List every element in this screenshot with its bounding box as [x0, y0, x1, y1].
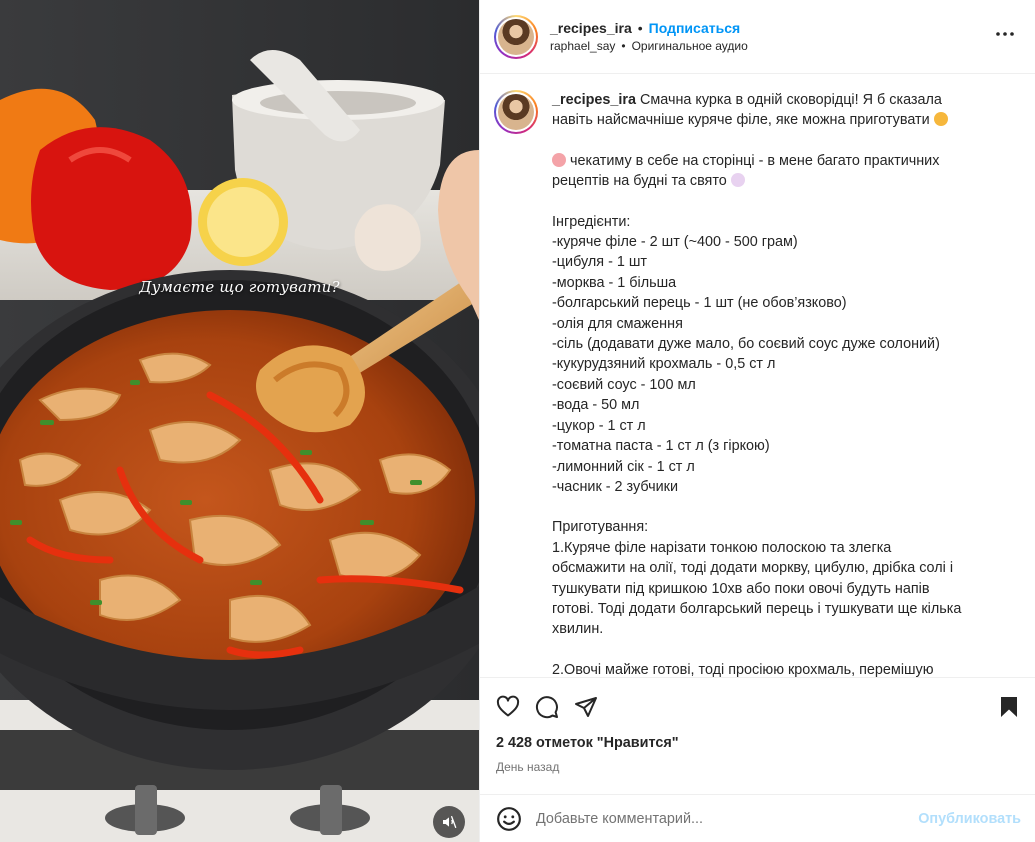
caption-line: -кукурудзяний крохмаль - 0,5 ст л: [552, 356, 776, 373]
caption-line: -цибуля - 1 шт: [552, 254, 647, 271]
caption-line: обсмажити на олії, тоді додати моркву, ц…: [552, 560, 954, 577]
likes-count[interactable]: 2 428 отметок "Нравится": [496, 735, 1021, 751]
post-side-panel: _recipes_ira • Подписаться raphael_say •…: [479, 0, 1035, 842]
audio-label[interactable]: Оригинальное аудио: [632, 39, 748, 53]
caption-line: рецептів на будні та свято: [552, 173, 727, 190]
comment-icon[interactable]: [535, 695, 559, 719]
caption-line: 1.Куряче філе нарізати тонкою полоскою т…: [552, 539, 892, 556]
comment-bar: Опубликовать: [480, 794, 1035, 842]
caption-line: -соєвий соус - 100 мл: [552, 376, 696, 393]
caption-line: чекатиму в себе на сторінці - в мене баг…: [570, 152, 940, 169]
bookmark-icon[interactable]: [997, 695, 1021, 719]
separator-dot: •: [621, 39, 626, 53]
caption-username[interactable]: _recipes_ira: [552, 92, 636, 108]
post-actions: 2 428 отметок "Нравится" День назад: [480, 677, 1035, 794]
caption-line: -вода - 50 мл: [552, 397, 640, 414]
caption-line: -олія для смаження: [552, 315, 683, 332]
food-video-frame: [0, 0, 479, 842]
caption-line: навіть найсмачніше куряче філе, яке можн…: [552, 112, 930, 129]
caption-line: -цукор - 1 ст л: [552, 417, 646, 434]
grinning-face-emoji-icon: [933, 112, 948, 127]
author-avatar[interactable]: [494, 14, 538, 59]
share-icon[interactable]: [574, 695, 598, 719]
caption-section: _recipes_ira Смачна курка в одній сковорі…: [480, 74, 1035, 677]
mute-button[interactable]: [433, 806, 465, 838]
post-timestamp[interactable]: День назад: [496, 760, 1021, 774]
audio-author-link[interactable]: raphael_say: [550, 39, 615, 53]
post-header: _recipes_ira • Подписаться raphael_say •…: [480, 0, 1035, 74]
sound-off-icon: [443, 816, 457, 828]
caption-line: Приготування:: [552, 519, 649, 536]
heart-icon[interactable]: [496, 695, 520, 719]
caption-author-avatar[interactable]: [494, 90, 538, 134]
comment-input[interactable]: [536, 810, 919, 827]
video-overlay-text: Думаєте що готувати?: [139, 278, 340, 296]
separator-dot: •: [637, 20, 643, 36]
post-caption: _recipes_ira Смачна курка в одній сковорі…: [552, 90, 1004, 677]
caption-line: готові. Тоді додати болгарський перець і…: [552, 600, 962, 617]
author-username[interactable]: _recipes_ira: [550, 20, 632, 36]
more-options-icon[interactable]: [993, 22, 1017, 46]
caption-line: тушкувати під кришкою 10хв або поки овоч…: [552, 580, 930, 597]
caption-line: -часник - 2 зубчики: [552, 478, 678, 495]
caption-line: 2.Овочі майже готові, тоді просіюю крохм…: [552, 661, 934, 677]
caption-line: хвилин.: [552, 621, 604, 638]
chef-emoji-icon: [730, 173, 745, 188]
caption-line: -болгарський перець - 1 шт (не обов’язко…: [552, 295, 847, 312]
caption-line: -куряче філе - 2 шт (~400 - 500 грам): [552, 234, 798, 251]
caption-line: -томатна паста - 1 ст л (з гіркою): [552, 438, 770, 455]
caption-line: -сіль (додавати дуже мало, бо соєвий соу…: [552, 336, 940, 353]
caption-line: Смачна курка в одній сковорідці! Я б ска…: [640, 92, 942, 108]
post-comment-button[interactable]: Опубликовать: [918, 811, 1021, 827]
post-media[interactable]: Думаєте що готувати?: [0, 0, 479, 842]
emoji-icon[interactable]: [496, 806, 522, 832]
heart-hands-emoji-icon: [552, 152, 566, 167]
caption-line: -лимонний сік - 1 ст л: [552, 458, 695, 475]
follow-button[interactable]: Подписаться: [649, 20, 741, 36]
caption-line: -морква - 1 більша: [552, 274, 677, 291]
caption-line: Інгредієнти:: [552, 213, 631, 230]
